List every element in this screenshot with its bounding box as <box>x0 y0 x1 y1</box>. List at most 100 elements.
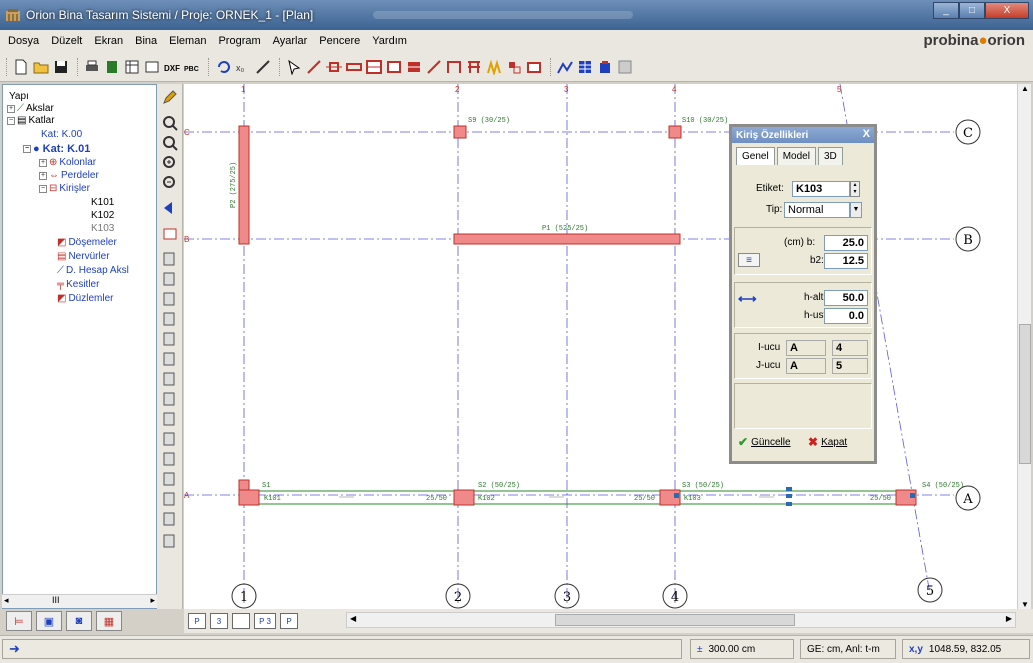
stair-tool-icon[interactable] <box>425 58 443 76</box>
h-alt-input[interactable]: 50.0 <box>824 290 868 306</box>
view-tool-5-icon[interactable] <box>160 330 180 348</box>
view-tab-3d[interactable]: 3 <box>210 613 228 629</box>
view-tool-10-icon[interactable] <box>160 430 180 448</box>
rib-tool-icon[interactable] <box>405 58 423 76</box>
view-tool-15-icon[interactable] <box>160 532 180 550</box>
width-diagram-button[interactable]: ≡ <box>738 253 760 267</box>
undo-icon[interactable] <box>214 58 232 76</box>
scroll-left-icon[interactable]: ◂ <box>4 595 9 606</box>
tree-tab-settings-icon[interactable]: ▦ <box>96 611 122 631</box>
tip-dropdown-icon[interactable]: ▼ <box>850 202 862 218</box>
zoom-refresh-icon[interactable] <box>160 134 180 152</box>
scroll-up-icon[interactable]: ▲ <box>1021 84 1029 93</box>
report-icon[interactable] <box>576 58 594 76</box>
new-file-icon[interactable] <box>12 58 30 76</box>
horizontal-scroll-thumb[interactable] <box>555 614 795 626</box>
plane-tool-icon[interactable] <box>525 58 543 76</box>
menu-ekran[interactable]: Ekran <box>94 35 123 47</box>
tree-tab-layers-icon[interactable]: ◙ <box>66 611 92 631</box>
column-s10[interactable] <box>668 125 682 139</box>
column-s1[interactable] <box>238 489 260 506</box>
pan-arrow-icon[interactable] <box>160 199 180 217</box>
menu-bina[interactable]: Bina <box>135 35 157 47</box>
view-tool-11-icon[interactable] <box>160 450 180 468</box>
tree-node-kesitler[interactable]: ╤ Kesitler <box>57 279 99 290</box>
tree-node-kirisler[interactable]: − ⊟ Kirişler <box>39 183 90 194</box>
tree-tab-structure-icon[interactable]: ⊨ <box>6 611 32 631</box>
tree-node-kolonlar[interactable]: + ⊕ Kolonlar <box>39 157 96 168</box>
open-folder-icon[interactable] <box>32 58 50 76</box>
canvas-horizontal-scrollbar[interactable]: ◀ ▶ <box>346 612 1016 628</box>
close-panel-button[interactable]: ✖ Kapat <box>808 435 847 449</box>
tab-3d[interactable]: 3D <box>817 147 843 165</box>
menu-dosya[interactable]: Dosya <box>8 35 39 47</box>
units-field[interactable]: GE: cm, Anl: t-m <box>800 639 896 659</box>
canvas-vertical-scrollbar[interactable]: ▲ ▼ <box>1017 84 1031 609</box>
tree-node-duzlemler[interactable]: ◩ Düzlemler <box>57 293 113 304</box>
tree-horizontal-scrollbar[interactable]: ◂ III ▸ <box>2 594 157 608</box>
expand-icon[interactable]: + <box>7 104 15 113</box>
view-tool-14-icon[interactable] <box>160 510 180 528</box>
expand-icon[interactable]: + <box>39 171 47 180</box>
view-tool-8-icon[interactable] <box>160 390 180 408</box>
beam-grip-mid[interactable] <box>786 494 792 498</box>
tip-select[interactable]: Normal <box>784 202 850 218</box>
view-tool-9-icon[interactable] <box>160 410 180 428</box>
tree-node-akslar[interactable]: + ⟋ Akslar <box>7 103 54 114</box>
scroll-left-icon[interactable]: ◀ <box>350 614 356 623</box>
scroll-right-icon[interactable]: ▸ <box>150 595 155 606</box>
column-s9[interactable] <box>453 125 467 139</box>
view-tool-6-icon[interactable] <box>160 350 180 368</box>
foundation-tool-icon[interactable] <box>485 58 503 76</box>
tree-tab-view-icon[interactable]: ▣ <box>36 611 62 631</box>
height-diagram-icon[interactable]: ⟷ <box>738 291 757 307</box>
view-tool-7-icon[interactable] <box>160 370 180 388</box>
wall-tool-icon[interactable] <box>345 58 363 76</box>
view-tab-plan-3d[interactable]: P 3 <box>254 613 276 629</box>
wall-p2[interactable] <box>238 125 250 245</box>
tab-model[interactable]: Model <box>776 147 816 165</box>
column-s2[interactable] <box>453 489 475 506</box>
measure-icon[interactable] <box>254 58 272 76</box>
frame-tool-icon[interactable] <box>445 58 463 76</box>
tree-node-dosemeler[interactable]: ◩ Döşemeler <box>57 237 117 248</box>
layer-filter-icon[interactable] <box>160 224 180 242</box>
zoom-window-icon[interactable] <box>160 114 180 132</box>
command-line[interactable]: ➜ <box>2 639 682 659</box>
maximize-button[interactable]: □ <box>959 2 985 19</box>
tab-genel[interactable]: Genel <box>736 147 775 165</box>
view-tool-12-icon[interactable] <box>160 470 180 488</box>
menu-pencere[interactable]: Pencere <box>319 35 360 47</box>
view-tool-1-icon[interactable] <box>160 250 180 268</box>
beam-tool-icon[interactable] <box>365 58 383 76</box>
axis-tool-icon[interactable] <box>305 58 323 76</box>
vertical-scroll-thumb[interactable] <box>1019 324 1031 464</box>
minimize-button[interactable]: _ <box>933 2 959 19</box>
grid-view-icon[interactable] <box>616 58 634 76</box>
tree-node-nervurler[interactable]: ▤ Nervürler <box>57 251 110 262</box>
tree-node-k103[interactable]: K103 <box>91 223 114 234</box>
tree-node-k00[interactable]: Kat: K.00 <box>41 129 82 140</box>
elevation-field[interactable]: ±300.00 cm <box>690 639 794 659</box>
tree-node-perdeler[interactable]: + ⇔ Perdeler <box>39 170 99 181</box>
slab-tool-icon[interactable] <box>385 58 403 76</box>
pbc-icon[interactable]: PBC <box>183 58 201 76</box>
scroll-thumb-grip[interactable]: III <box>52 595 60 605</box>
collapse-icon[interactable]: − <box>7 116 15 125</box>
menu-duzelt[interactable]: Düzelt <box>51 35 82 47</box>
collapse-icon[interactable]: − <box>39 184 47 193</box>
select-cursor-icon[interactable] <box>285 58 303 76</box>
collapse-icon[interactable]: − <box>23 145 31 153</box>
table-icon[interactable] <box>123 58 141 76</box>
dxf-icon[interactable]: DXF <box>163 58 181 76</box>
tree-node-k102[interactable]: K102 <box>91 210 114 221</box>
zoom-in-icon[interactable] <box>160 154 180 172</box>
building-icon[interactable] <box>596 58 614 76</box>
etiket-spinner[interactable]: ▴ ▾ <box>850 181 860 197</box>
scale-icon[interactable]: x₀ <box>234 58 252 76</box>
window-icon[interactable] <box>143 58 161 76</box>
pencil-icon[interactable] <box>160 88 180 106</box>
menu-program[interactable]: Program <box>218 35 260 47</box>
b-input[interactable]: 25.0 <box>824 235 868 251</box>
menu-yardim[interactable]: Yardım <box>372 35 407 47</box>
